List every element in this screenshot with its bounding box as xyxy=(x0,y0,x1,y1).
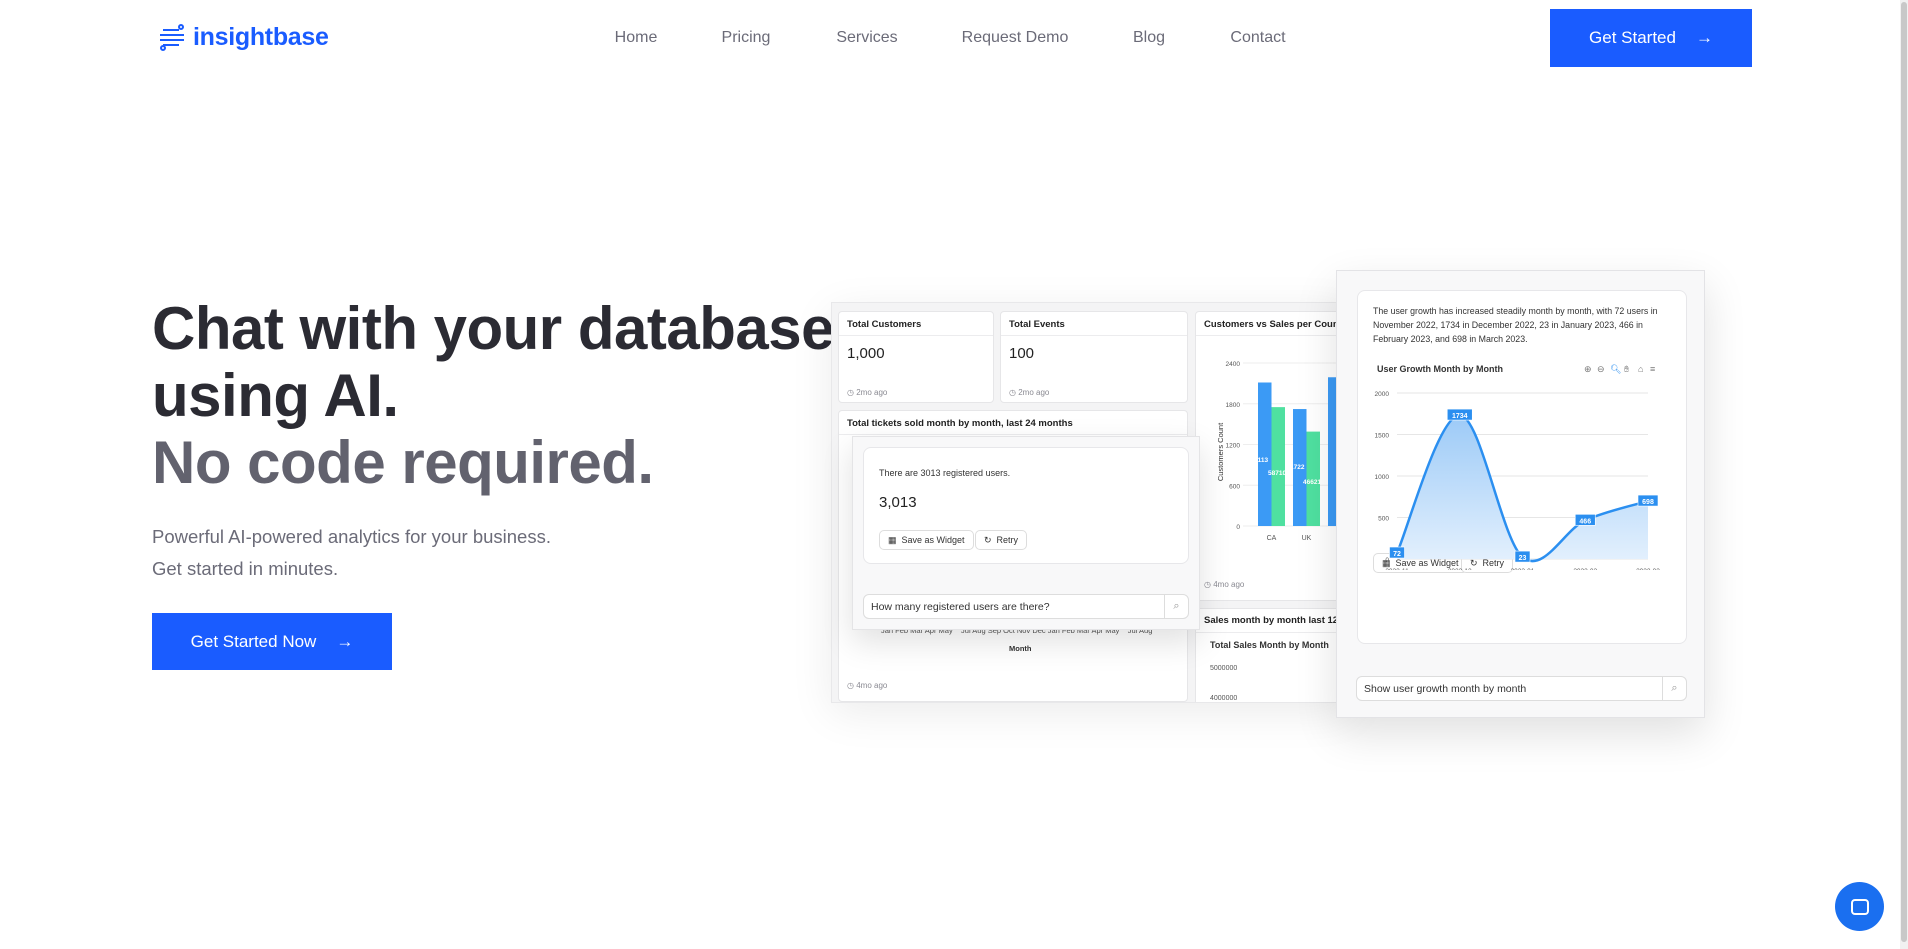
menu-icon: ≡ xyxy=(1650,364,1655,374)
nav-services[interactable]: Services xyxy=(836,29,897,47)
chart-toolbar[interactable]: ⊕ ⊖ 🔍︎ ✋︎ ⌂ ≡ xyxy=(1584,364,1655,374)
nav-pricing[interactable]: Pricing xyxy=(722,29,771,47)
y-tick: 5000000 xyxy=(1210,665,1238,672)
save-as-widget-button[interactable]: ▦ Save as Widget xyxy=(879,530,974,550)
y-tick: 4000000 xyxy=(1210,695,1238,702)
chat-icon xyxy=(1850,898,1869,915)
logo[interactable]: insightbase xyxy=(157,22,329,52)
hero-subtitle-1: Powerful AI-powered analytics for your b… xyxy=(152,526,551,547)
query-text: How many registered users are there? xyxy=(871,600,1050,613)
get-started-now-label: Get Started Now xyxy=(190,631,317,651)
answer-value: 3,013 xyxy=(879,494,917,511)
bar-data-label: 2113 xyxy=(1254,457,1268,464)
y-axis-label: Customers Count xyxy=(1216,422,1225,481)
timestamp: ◷ 2mo ago xyxy=(1009,388,1050,397)
arrow-right-icon: → xyxy=(1695,28,1713,47)
country-chart-card: Customers vs Sales per Country Customers… xyxy=(1195,311,1350,601)
x-tick-label: 2023-01 xyxy=(1511,568,1535,570)
card-value: 100 xyxy=(1009,345,1035,362)
save-label: Save as Widget xyxy=(901,535,965,545)
answer-text: There are 3013 registered users. xyxy=(879,468,1011,478)
zoom-select-icon: 🔍︎ xyxy=(1610,364,1621,374)
bar-customers xyxy=(1258,382,1272,526)
y-tick-label: 1200 xyxy=(1226,443,1241,450)
chat-popup: There are 3013 registered users. 3,013 ▦… xyxy=(852,436,1200,630)
y-tick-label: 1000 xyxy=(1375,474,1390,481)
arrow-right-icon: → xyxy=(336,631,354,651)
retry-label: Retry xyxy=(996,535,1019,545)
data-label: 698 xyxy=(1642,499,1654,506)
timestamp: ◷ 4mo ago xyxy=(1204,580,1245,589)
retry-icon: ↻ xyxy=(984,534,992,545)
data-label: 466 xyxy=(1579,518,1591,525)
card-title: Total tickets sold month by month, last … xyxy=(847,418,1073,429)
data-label: 72 xyxy=(1393,551,1401,558)
nav-blog[interactable]: Blog xyxy=(1133,29,1165,47)
home-icon: ⌂ xyxy=(1638,364,1643,374)
get-started-button[interactable]: Get Started → xyxy=(1550,9,1752,67)
card-title: Total Events xyxy=(1009,319,1065,330)
bar-data-label: 46621 xyxy=(1303,479,1321,486)
widget-icon: ▦ xyxy=(888,534,897,545)
nav-request-demo[interactable]: Request Demo xyxy=(962,29,1069,47)
zoom-out-icon: ⊖ xyxy=(1597,364,1605,374)
x-tick-label: UK xyxy=(1302,535,1312,542)
query-input[interactable]: Show user growth month by month ⌕ xyxy=(1356,676,1687,701)
card-title: Sales month by month last 12M xyxy=(1204,615,1346,626)
y-tick-label: 500 xyxy=(1378,516,1389,523)
hero-title-line2: using AI. xyxy=(152,362,399,429)
get-started-now-button[interactable]: Get Started Now → xyxy=(152,613,392,670)
sales-chart-card: Sales month by month last 12M Total Sale… xyxy=(1195,608,1350,702)
chart-title: Total Sales Month by Month xyxy=(1210,640,1329,650)
y-tick-label: 1500 xyxy=(1375,433,1390,440)
scrollbar[interactable] xyxy=(1900,0,1908,949)
search-icon[interactable]: ⌕ xyxy=(1164,595,1188,618)
hero-title-line1: Chat with your database xyxy=(152,295,834,362)
timestamp: ◷ 2mo ago xyxy=(847,388,888,397)
chat-widget-button[interactable] xyxy=(1835,882,1884,931)
brand-name: insightbase xyxy=(193,22,329,51)
x-tick-label: 2022-12 xyxy=(1448,568,1472,570)
x-tick-label: 2022-11 xyxy=(1385,568,1409,570)
query-input[interactable]: How many registered users are there? ⌕ xyxy=(863,594,1189,619)
answer-card: There are 3013 registered users. 3,013 ▦… xyxy=(863,447,1189,564)
country-bar-chart: Customers Count 0600120018002400CAUKE211… xyxy=(1216,361,1350,542)
data-label: 23 xyxy=(1519,555,1527,562)
x-tick-label: 2023-02 xyxy=(1573,568,1597,570)
card-title: Total Customers xyxy=(847,319,922,330)
user-growth-chart: User Growth Month by Month ⊕ ⊖ 🔍︎ ✋︎ ⌂ ≡ 0 5… xyxy=(1375,364,1661,570)
card-value: 1,000 xyxy=(847,345,885,362)
y-tick-label: 1800 xyxy=(1226,402,1241,409)
zoom-in-icon: ⊕ xyxy=(1584,364,1592,374)
x-axis-label: Month xyxy=(1009,644,1032,653)
area-fill xyxy=(1397,415,1648,562)
bar-data-label: 58710 xyxy=(1268,470,1286,477)
x-tick-label: 2023-03 xyxy=(1636,568,1660,570)
retry-button[interactable]: ↻ Retry xyxy=(975,530,1028,550)
y-tick-label: 600 xyxy=(1229,483,1240,490)
total-events-card: Total Events 100 ◷ 2mo ago xyxy=(1000,311,1188,403)
hero-title-line3: No code required. xyxy=(152,429,654,496)
timestamp: ◷ 4mo ago xyxy=(847,681,888,690)
search-icon[interactable]: ⌕ xyxy=(1662,677,1686,700)
y-tick-label: 0 xyxy=(1385,557,1389,564)
scrollbar-thumb[interactable] xyxy=(1901,2,1907,942)
chart-title: User Growth Month by Month xyxy=(1377,364,1503,374)
total-customers-card: Total Customers 1,000 ◷ 2mo ago xyxy=(838,311,994,403)
get-started-label: Get Started xyxy=(1589,28,1676,47)
nav-home[interactable]: Home xyxy=(615,29,658,47)
logo-icon xyxy=(160,24,184,51)
data-label: 1734 xyxy=(1452,413,1468,420)
pan-icon: ✋︎ xyxy=(1624,364,1629,374)
query-text: Show user growth month by month xyxy=(1364,682,1527,695)
bar-data-label: 1722 xyxy=(1290,464,1305,471)
nav-contact[interactable]: Contact xyxy=(1230,29,1285,47)
y-tick-label: 2400 xyxy=(1226,361,1241,368)
y-tick-label: 0 xyxy=(1236,524,1240,531)
y-tick-label: 2000 xyxy=(1375,391,1390,398)
x-tick-label: CA xyxy=(1267,535,1277,542)
bar-sales xyxy=(1271,407,1285,526)
hero-subtitle-2: Get started in minutes. xyxy=(152,558,339,579)
